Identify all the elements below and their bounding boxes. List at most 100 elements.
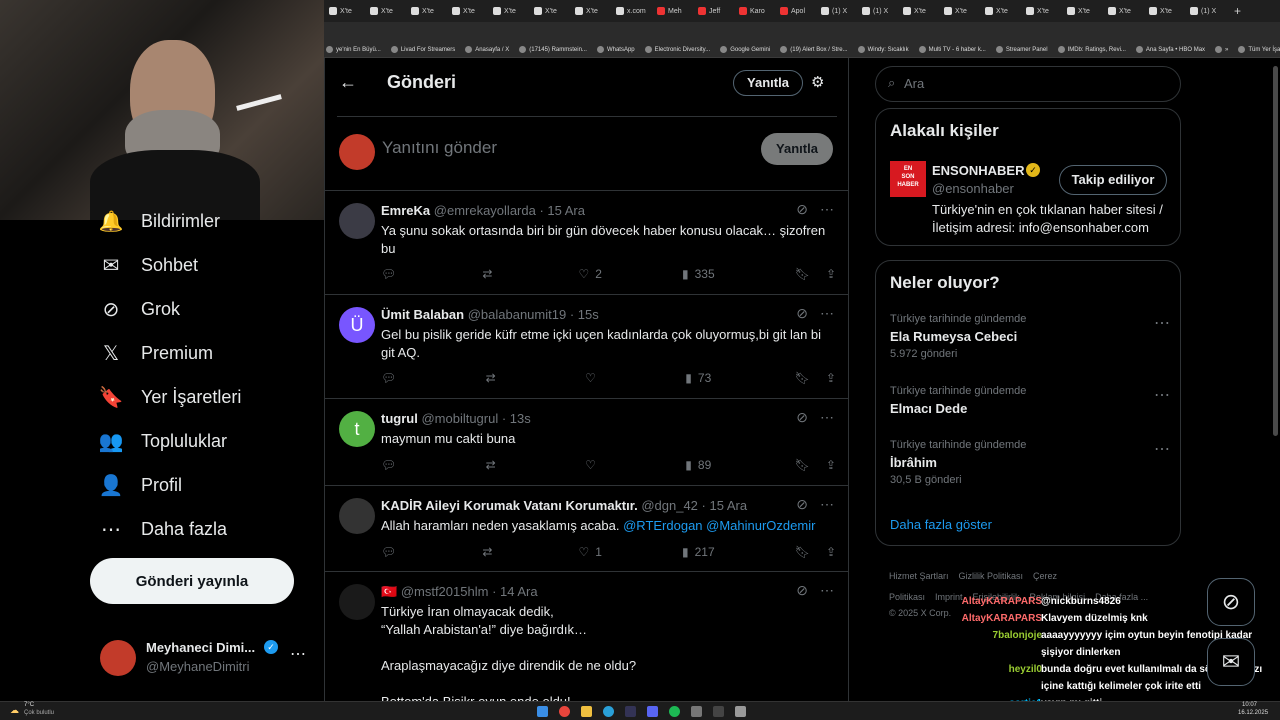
app-icon[interactable] (691, 706, 702, 717)
browser-tab[interactable]: X'te (899, 2, 939, 20)
reply-input[interactable]: Yanıtını gönder (382, 138, 497, 158)
explorer-icon[interactable] (581, 706, 592, 717)
avatar[interactable] (339, 498, 375, 534)
footer-link[interactable]: Gizlilik Politikası (959, 571, 1024, 581)
retweet-action[interactable]: ⇄ (482, 545, 498, 559)
author-handle[interactable]: @balabanumit19 (468, 307, 566, 322)
avatar[interactable] (339, 584, 375, 620)
tweet[interactable]: Ü Ümit Balaban @balabanumit19 · 15s ⊘ ⋯ Gel … (325, 295, 848, 399)
browser-tab[interactable]: X'te (325, 2, 365, 20)
discord-icon[interactable] (647, 706, 658, 717)
browser-tab[interactable]: X'te (1022, 2, 1062, 20)
bookmark-item[interactable]: IMDb: Ratings, Revi... (1057, 46, 1126, 53)
bookmark-icon[interactable]: 🔖︎ (795, 267, 810, 281)
share-icon[interactable]: ⇪ (826, 267, 836, 281)
browser-tab[interactable]: Meh (653, 2, 693, 20)
author-name[interactable]: KADİR Aileyi Korumak Vatanı Korumaktır. (381, 498, 638, 513)
grok-icon[interactable]: ⊘ (796, 496, 808, 513)
new-tab-icon[interactable]: + (1234, 4, 1241, 18)
bookmark-item[interactable]: Livad For Streamers (390, 46, 455, 53)
tweet-time[interactable]: · 15 Ara (702, 498, 748, 513)
nav-item-bell[interactable]: 🔔 Bildirimler (99, 206, 220, 236)
like-action[interactable]: ♡ 1 (578, 545, 601, 559)
more-icon[interactable]: ⋯ (1154, 313, 1170, 333)
retweet-action[interactable]: ⇄ (486, 371, 502, 385)
share-icon[interactable]: ⇪ (826, 371, 836, 385)
tweet-time[interactable]: · 15s (570, 307, 599, 322)
browser-tab[interactable]: Jeff (694, 2, 734, 20)
bookmark-item[interactable]: Google Gemini (720, 46, 770, 53)
share-icon[interactable]: ⇪ (826, 458, 836, 472)
nav-item-more-circle[interactable]: ⋯ Daha fazla (100, 514, 227, 544)
more-icon[interactable]: ⋯ (820, 582, 834, 599)
bookmark-item[interactable]: » (1215, 46, 1228, 53)
spotify-icon[interactable] (669, 706, 680, 717)
browser-tab[interactable]: Karo (735, 2, 775, 20)
bookmark-item[interactable]: ye'nin En Büyü... (326, 46, 381, 53)
reply-submit-button[interactable]: Yanıtla (761, 133, 833, 165)
browser-tab[interactable]: (1) X (817, 2, 857, 20)
header-reply-button[interactable]: Yanıtla (733, 70, 803, 96)
browser-tab[interactable]: x.com (612, 2, 652, 20)
back-arrow-icon[interactable]: ← (339, 72, 357, 93)
nav-item-profile[interactable]: 👤 Profil (99, 470, 182, 500)
grok-icon[interactable]: ⊘ (796, 201, 808, 218)
views-action[interactable]: ▮ 217 (682, 545, 715, 559)
author-handle[interactable]: @emrekayollarda (434, 203, 536, 218)
tweet[interactable]: KADİR Aileyi Korumak Vatanı Korumaktır. … (325, 486, 848, 572)
filter-settings-icon[interactable]: ⚙ (811, 73, 824, 91)
browser-tab[interactable]: Apol (776, 2, 816, 20)
reply-action[interactable]: 💬︎ (381, 267, 402, 281)
grok-float-icon[interactable]: ⊘ (1207, 578, 1255, 626)
browser-tab[interactable]: X'te (1145, 2, 1185, 20)
retweet-action[interactable]: ⇄ (482, 267, 498, 281)
bookmark-item[interactable]: (17145) Rammstein... (519, 46, 587, 53)
author-handle[interactable]: @mstf2015hlm (401, 584, 489, 599)
more-icon[interactable]: ⋯ (820, 496, 834, 513)
tweet[interactable]: 🇹🇷 @mstf2015hlm · 14 Ara ⊘ ⋯ Türkiye İran o… (325, 572, 848, 701)
browser-tab[interactable]: X'te (366, 2, 406, 20)
reply-action[interactable]: 💬︎ (381, 371, 402, 385)
views-action[interactable]: ▮ 335 (682, 267, 715, 281)
bookmark-icon[interactable]: 🔖︎ (795, 458, 810, 472)
browser-tab[interactable]: X'te (448, 2, 488, 20)
bookmark-item[interactable]: Tüm Yer İşaretleri (1238, 46, 1280, 53)
footer-link[interactable]: Hizmet Şartları (889, 571, 949, 581)
trend-item[interactable]: Türkiye tarihinde gündemde İbrâhim 30,5 B … (890, 439, 1170, 489)
browser-tab[interactable]: X'te (407, 2, 447, 20)
bookmark-item[interactable]: (19) Alert Box / Stre... (780, 46, 848, 53)
account-switcher[interactable]: Meyhaneci Dimi... ✓ @MeyhaneDimitri ⋯ (100, 638, 312, 678)
browser-tab[interactable]: (1) X (1186, 2, 1226, 20)
trend-item[interactable]: Türkiye tarihinde gündemde Elmacı Dede ⋯ (890, 385, 1170, 435)
author-name[interactable]: tugrul (381, 411, 418, 426)
address-bar[interactable] (324, 22, 1280, 42)
nav-item-mail[interactable]: ✉ Sohbet (100, 250, 198, 280)
bookmark-item[interactable]: Multi TV - 6 haber k... (918, 46, 986, 53)
start-icon[interactable] (537, 706, 548, 717)
steam-icon[interactable] (625, 706, 636, 717)
more-icon[interactable]: ⋯ (290, 644, 306, 664)
nav-item-grok[interactable]: ⊘ Grok (100, 294, 180, 324)
like-action[interactable]: ♡ (585, 371, 602, 385)
grok-icon[interactable]: ⊘ (796, 305, 808, 322)
post-button[interactable]: Gönderi yayınla (90, 558, 294, 604)
tweet-time[interactable]: · 13s (502, 411, 531, 426)
bookmark-item[interactable]: Windy: Sıcaklık (857, 46, 909, 53)
browser-tab[interactable]: X'te (981, 2, 1021, 20)
search-input[interactable]: ⌕ Ara (875, 66, 1181, 102)
nav-item-bookmark[interactable]: 🔖 Yer İşaretleri (99, 382, 242, 412)
messages-float-icon[interactable]: ✉ (1207, 638, 1255, 686)
tweet[interactable]: t tugrul @mobiltugrul · 13s ⊘ ⋯ maymun mu ca… (325, 399, 848, 486)
tweet-mentions[interactable]: @RTErdogan @MahinurOzdemir (623, 518, 815, 533)
more-icon[interactable]: ⋯ (1154, 439, 1170, 459)
avatar[interactable]: Ü (339, 307, 375, 343)
bookmark-item[interactable]: WhatsApp (596, 46, 635, 53)
author-name[interactable]: 🇹🇷 (381, 584, 397, 599)
bookmark-item[interactable]: Streamer Panel (995, 46, 1048, 53)
like-action[interactable]: ♡ (585, 458, 602, 472)
browser-tab[interactable]: X'te (940, 2, 980, 20)
tweet-time[interactable]: · 14 Ara (492, 584, 538, 599)
app2-icon[interactable] (735, 706, 746, 717)
follow-button[interactable]: Takip ediliyor (1059, 165, 1167, 195)
author-name[interactable]: Ümit Balaban (381, 307, 464, 322)
